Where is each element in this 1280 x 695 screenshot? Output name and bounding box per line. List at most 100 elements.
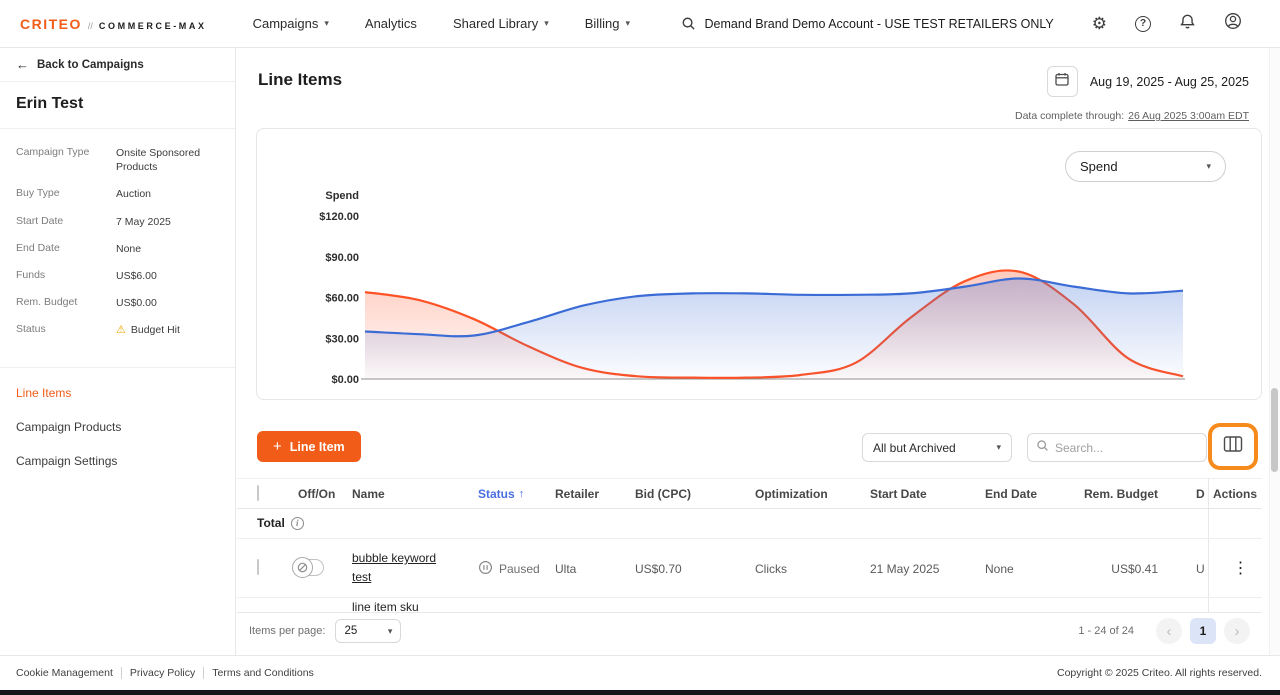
sidebar-item-line-items[interactable]: Line Items — [0, 376, 235, 410]
nav-analytics-label: Analytics — [365, 16, 417, 31]
account-name: Demand Brand Demo Account - USE TEST RET… — [705, 17, 1054, 31]
back-to-campaigns-link[interactable]: ← Back to Campaigns — [0, 48, 235, 82]
settings-button[interactable]: ⚙ — [1092, 15, 1107, 32]
account-switcher[interactable]: Demand Brand Demo Account - USE TEST RET… — [681, 16, 1054, 31]
col-truncated[interactable]: D — [1196, 487, 1208, 501]
col-actions: Actions — [1212, 487, 1258, 501]
line-item-name-link-partial[interactable]: line item sku — [352, 600, 572, 612]
footer-link-cookie-management[interactable]: Cookie Management — [8, 667, 121, 679]
user-icon — [1224, 12, 1242, 35]
detail-buy-type: Buy Type Auction — [16, 187, 219, 201]
current-page-button[interactable]: 1 — [1190, 618, 1216, 644]
notifications-button[interactable] — [1179, 13, 1196, 35]
main-nav: Campaigns ▾ Analytics Shared Library ▾ B… — [253, 16, 630, 31]
top-icon-group: ⚙ ? — [1092, 12, 1242, 35]
search-input[interactable] — [1055, 441, 1198, 455]
spend-chart: Spend$120.00$90.00$60.00$30.00$0.00 — [257, 159, 1261, 399]
data-complete-link[interactable]: 26 Aug 2025 3:00am EDT — [1128, 110, 1249, 122]
status-badge: ⚠ Budget Hit — [116, 323, 180, 338]
search-icon — [1036, 439, 1049, 457]
detail-status: Status ⚠ Budget Hit — [16, 323, 219, 338]
profile-button[interactable] — [1224, 12, 1242, 35]
col-optimization[interactable]: Optimization — [755, 487, 828, 501]
add-line-item-button[interactable]: + Line Item — [257, 431, 361, 462]
sidebar-item-campaign-settings[interactable]: Campaign Settings — [0, 444, 235, 478]
archive-filter-select[interactable]: All but Archived ▾ — [862, 433, 1012, 462]
detail-value: None — [116, 242, 141, 256]
main-content: Line Items Aug 19, 2025 - Aug 25, 2025 D… — [237, 0, 1280, 695]
column-settings-button-highlighted[interactable] — [1208, 423, 1258, 470]
search-icon — [681, 16, 696, 31]
footer-link-privacy-policy[interactable]: Privacy Policy — [121, 667, 203, 679]
svg-text:Spend: Spend — [325, 190, 359, 202]
off-on-toggle[interactable] — [294, 559, 324, 576]
nav-shared-library-label: Shared Library — [453, 16, 538, 31]
col-status-label: Status — [478, 487, 515, 501]
help-icon: ? — [1135, 16, 1151, 32]
date-range-control: Aug 19, 2025 - Aug 25, 2025 — [1047, 66, 1249, 97]
nav-analytics[interactable]: Analytics — [365, 16, 417, 31]
chevron-down-icon: ▾ — [625, 18, 630, 29]
sidebar-item-campaign-products[interactable]: Campaign Products — [0, 410, 235, 444]
optimization-cell: Clicks — [755, 562, 787, 576]
col-off-on: Off/On — [298, 487, 335, 501]
previous-page-button[interactable]: ‹ — [1156, 618, 1182, 644]
items-per-page-select[interactable]: 25 ▾ — [335, 619, 401, 643]
svg-text:$0.00: $0.00 — [331, 374, 359, 386]
col-start-date[interactable]: Start Date — [870, 487, 927, 501]
total-row: Total i — [237, 509, 1262, 539]
col-bid-cpc[interactable]: Bid (CPC) — [635, 487, 691, 501]
detail-rem-budget: Rem. Budget US$0.00 — [16, 296, 219, 310]
footer-links: Cookie Management Privacy Policy Terms a… — [8, 667, 322, 679]
col-retailer[interactable]: Retailer — [555, 487, 599, 501]
select-all-checkbox[interactable] — [257, 486, 259, 500]
criteo-logo[interactable]: CRITEO // COMMERCE-MAX — [20, 16, 207, 32]
detail-label: Buy Type — [16, 187, 116, 201]
nav-billing-label: Billing — [585, 16, 620, 31]
back-arrow-icon: ← — [16, 57, 29, 72]
footer-link-terms[interactable]: Terms and Conditions — [203, 667, 322, 679]
metric-select[interactable]: Spend ▾ — [1065, 151, 1226, 182]
table-row: bubble keyword test Paused Ulta US$0.70 … — [237, 539, 1262, 598]
calendar-icon — [1054, 71, 1070, 92]
detail-label: Status — [16, 323, 116, 338]
nav-shared-library[interactable]: Shared Library ▾ — [453, 16, 549, 31]
nav-campaigns[interactable]: Campaigns ▾ — [253, 16, 329, 31]
col-name[interactable]: Name — [352, 487, 385, 501]
total-label: Total i — [257, 516, 304, 530]
row-actions-menu-button[interactable]: ⋮ — [1228, 558, 1254, 578]
truncated-cell: U — [1196, 562, 1208, 576]
next-page-button[interactable]: › — [1224, 618, 1250, 644]
copyright-text: Copyright © 2025 Criteo. All rights rese… — [1057, 667, 1262, 679]
info-icon[interactable]: i — [291, 517, 304, 530]
sort-ascending-icon: ↑ — [519, 488, 525, 500]
col-status-sorted[interactable]: Status ↑ — [478, 487, 524, 501]
detail-label: Campaign Type — [16, 146, 116, 174]
campaign-title: Erin Test — [0, 82, 235, 129]
window-bottom-edge — [0, 690, 1280, 695]
logo-separator: // — [88, 21, 93, 31]
warning-icon: ⚠ — [116, 324, 126, 336]
col-end-date[interactable]: End Date — [985, 487, 1037, 501]
total-text: Total — [257, 516, 285, 530]
help-button[interactable]: ? — [1135, 16, 1151, 32]
data-complete-note: Data complete through:26 Aug 2025 3:00am… — [1015, 110, 1249, 122]
chevron-down-icon: ▾ — [544, 18, 549, 29]
nav-campaigns-label: Campaigns — [253, 16, 319, 31]
date-range-value[interactable]: Aug 19, 2025 - Aug 25, 2025 — [1090, 75, 1249, 89]
logo-primary: CRITEO — [20, 16, 82, 32]
detail-value: Onsite Sponsored Products — [116, 146, 219, 174]
col-rem-budget[interactable]: Rem. Budget — [1055, 487, 1158, 501]
detail-campaign-type: Campaign Type Onsite Sponsored Products — [16, 146, 219, 174]
nav-billing[interactable]: Billing ▾ — [585, 16, 630, 31]
svg-text:$60.00: $60.00 — [325, 293, 359, 305]
status-text: Budget Hit — [131, 324, 180, 336]
app-root: CRITEO // COMMERCE-MAX Campaigns ▾ Analy… — [0, 0, 1280, 695]
line-item-name-link[interactable]: bubble keyword test — [352, 549, 444, 587]
page-scrollbar-thumb[interactable] — [1271, 388, 1278, 472]
start-date-cell: 21 May 2025 — [870, 562, 939, 576]
logo-secondary: COMMERCE-MAX — [99, 21, 207, 31]
campaign-sidebar: ← Back to Campaigns Erin Test Campaign T… — [0, 48, 236, 655]
date-picker-button[interactable] — [1047, 66, 1078, 97]
row-checkbox[interactable] — [257, 560, 259, 574]
